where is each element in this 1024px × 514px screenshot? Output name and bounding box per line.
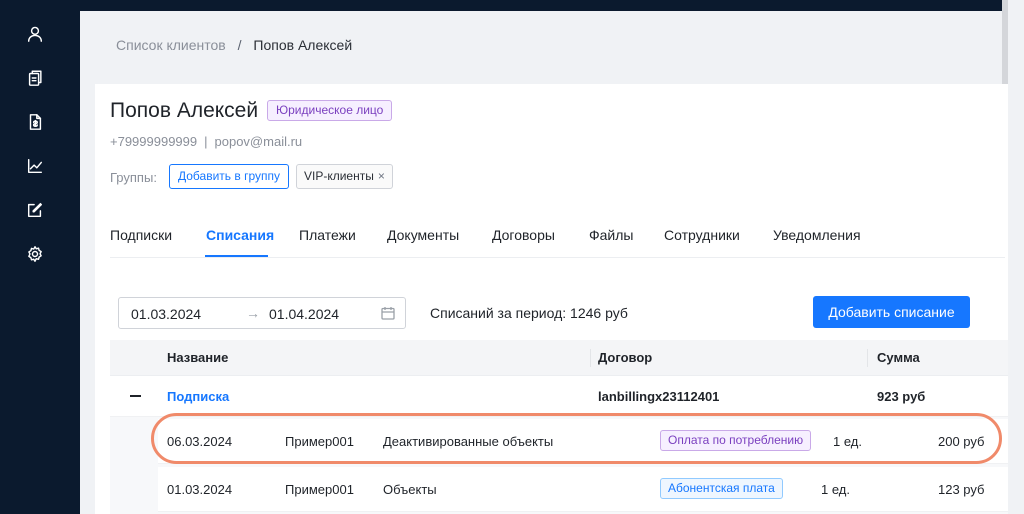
tab-payments[interactable]: Платежи: [299, 227, 356, 243]
client-contacts: +79999999999 | popov@mail.ru: [110, 134, 302, 149]
date-from-field[interactable]: 01.03.2024: [131, 306, 201, 322]
column-header-contract[interactable]: Договор: [598, 350, 652, 365]
tab-notifications[interactable]: Уведомления: [773, 227, 861, 243]
group-contract: lanbillingx23112401: [598, 389, 720, 404]
date-range-picker[interactable]: 01.03.2024 → 01.04.2024: [118, 297, 406, 329]
tab-files[interactable]: Файлы: [589, 227, 633, 243]
row-quantity: 1 ед.: [833, 434, 862, 449]
row-date: 06.03.2024: [167, 434, 233, 449]
table-row[interactable]: 01.03.2024 Пример001 Объекты Абонентская…: [158, 467, 1008, 512]
tab-contracts[interactable]: Договоры: [492, 227, 555, 243]
group-tag-vip: VIP-клиенты ×: [296, 164, 393, 189]
column-divider[interactable]: [590, 349, 591, 367]
add-charge-button[interactable]: Добавить списание: [813, 296, 970, 328]
group-name-link[interactable]: Подписка: [167, 389, 229, 404]
tab-charges[interactable]: Списания: [206, 227, 274, 243]
tab-documents[interactable]: Документы: [387, 227, 459, 243]
table-header: Название Договор Сумма: [110, 340, 1008, 376]
charge-type-badge: Абонентская плата: [660, 478, 783, 499]
invoice-icon[interactable]: [24, 111, 46, 133]
documents-icon[interactable]: [24, 67, 46, 89]
group-tag-label: VIP-клиенты: [304, 169, 374, 183]
client-type-badge: Юридическое лицо: [267, 100, 393, 121]
add-to-group-button[interactable]: Добавить в группу: [169, 164, 289, 189]
breadcrumb-root-link[interactable]: Список клиентов: [116, 37, 226, 53]
gear-icon[interactable]: [24, 243, 46, 265]
collapse-icon[interactable]: [130, 395, 141, 397]
group-sum: 923 руб: [877, 389, 926, 404]
chart-icon[interactable]: [24, 155, 46, 177]
breadcrumb-separator: /: [237, 37, 242, 53]
close-icon[interactable]: ×: [378, 169, 385, 183]
page-title: Попов Алексей: [110, 99, 259, 122]
row-code: Пример001: [285, 482, 354, 497]
tabs-bar: Подписки Списания Платежи Документы Дого…: [110, 227, 1005, 258]
charge-type-badge: Оплата по потреблению: [660, 430, 812, 451]
arrow-right-icon: →: [246, 305, 260, 321]
groups-label: Группы:: [110, 170, 157, 185]
row-code: Пример001: [285, 434, 354, 449]
row-object: Деактивированные объекты: [383, 434, 554, 449]
table-row[interactable]: 06.03.2024 Пример001 Деактивированные об…: [158, 419, 1008, 464]
row-sum: 200 руб: [938, 434, 985, 449]
active-tab-indicator: [205, 255, 268, 257]
row-date: 01.03.2024: [167, 482, 233, 497]
date-to-field[interactable]: 01.04.2024: [269, 306, 339, 322]
calendar-icon[interactable]: [381, 306, 395, 320]
sidebar: [0, 0, 80, 514]
client-phone: +79999999999: [110, 134, 198, 149]
tab-employees[interactable]: Сотрудники: [664, 227, 740, 243]
contact-separator: |: [204, 134, 208, 149]
column-header-name[interactable]: Название: [167, 350, 228, 365]
tab-subscriptions[interactable]: Подписки: [110, 227, 172, 243]
column-header-sum[interactable]: Сумма: [877, 350, 920, 365]
row-object: Объекты: [383, 482, 437, 497]
row-sum: 123 руб: [938, 482, 985, 497]
breadcrumb-current: Попов Алексей: [253, 37, 353, 53]
client-email: popov@mail.ru: [214, 134, 303, 149]
table-group-row: Подписка lanbillingx23112401 923 руб: [110, 377, 1008, 417]
column-divider[interactable]: [867, 349, 868, 367]
top-strip: [0, 0, 1024, 11]
right-edge: [1008, 0, 1024, 514]
row-quantity: 1 ед.: [821, 482, 850, 497]
period-total-text: Списаний за период: 1246 руб: [430, 305, 628, 321]
breadcrumb: Список клиентов / Попов Алексей: [116, 37, 352, 53]
edit-icon[interactable]: [24, 199, 46, 221]
user-icon[interactable]: [24, 23, 46, 45]
